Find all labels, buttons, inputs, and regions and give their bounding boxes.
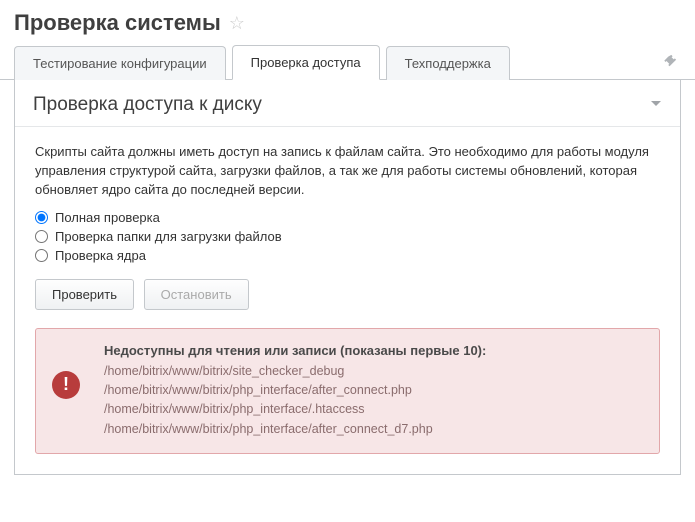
page-title: Проверка системы bbox=[14, 10, 221, 36]
check-mode-radio-group: Полная проверка Проверка папки для загру… bbox=[35, 208, 660, 265]
panel-header: Проверка доступа к диску bbox=[15, 80, 680, 127]
error-icon-wrap: ! bbox=[52, 343, 96, 399]
radio-full-check-label: Полная проверка bbox=[55, 210, 160, 225]
error-icon: ! bbox=[52, 371, 80, 399]
panel-title: Проверка доступа к диску bbox=[33, 94, 262, 116]
error-content: Недоступны для чтения или записи (показа… bbox=[96, 343, 643, 440]
radio-core-check-input[interactable] bbox=[35, 249, 48, 262]
description-text: Скрипты сайта должны иметь доступ на зап… bbox=[35, 143, 660, 200]
tabs-bar: Тестирование конфигурации Проверка досту… bbox=[0, 44, 695, 80]
tab-access-check[interactable]: Проверка доступа bbox=[232, 45, 380, 80]
error-title: Недоступны для чтения или записи (показа… bbox=[104, 343, 643, 358]
radio-core-check[interactable]: Проверка ядра bbox=[35, 246, 660, 265]
main-panel: Проверка доступа к диску Скрипты сайта д… bbox=[14, 80, 681, 475]
collapse-icon[interactable] bbox=[650, 98, 662, 113]
stop-button[interactable]: Остановить bbox=[144, 279, 249, 310]
error-file-line: /home/bitrix/www/bitrix/php_interface/.h… bbox=[104, 400, 643, 419]
radio-full-check[interactable]: Полная проверка bbox=[35, 208, 660, 227]
tab-support[interactable]: Техподдержка bbox=[386, 46, 510, 80]
error-file-list: /home/bitrix/www/bitrix/site_checker_deb… bbox=[104, 362, 643, 440]
pin-icon[interactable] bbox=[659, 48, 681, 79]
radio-upload-folder-input[interactable] bbox=[35, 230, 48, 243]
radio-full-check-input[interactable] bbox=[35, 211, 48, 224]
tab-config-test[interactable]: Тестирование конфигурации bbox=[14, 46, 226, 80]
error-file-line: /home/bitrix/www/bitrix/php_interface/af… bbox=[104, 420, 643, 439]
favorite-star-icon[interactable]: ☆ bbox=[229, 13, 245, 34]
error-file-line: /home/bitrix/www/bitrix/site_checker_deb… bbox=[104, 362, 643, 381]
radio-core-check-label: Проверка ядра bbox=[55, 248, 146, 263]
error-box: ! Недоступны для чтения или записи (пока… bbox=[35, 328, 660, 455]
panel-body: Скрипты сайта должны иметь доступ на зап… bbox=[15, 127, 680, 474]
radio-upload-folder[interactable]: Проверка папки для загрузки файлов bbox=[35, 227, 660, 246]
error-file-line: /home/bitrix/www/bitrix/php_interface/af… bbox=[104, 381, 643, 400]
actions: Проверить Остановить bbox=[35, 279, 660, 310]
check-button[interactable]: Проверить bbox=[35, 279, 134, 310]
radio-upload-folder-label: Проверка папки для загрузки файлов bbox=[55, 229, 282, 244]
